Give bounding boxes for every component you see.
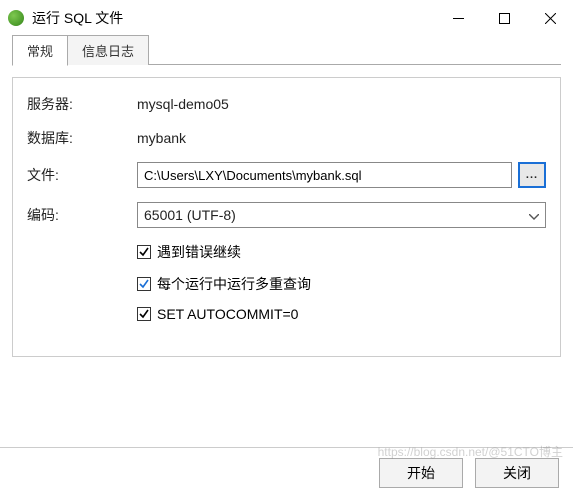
row-file: 文件: ...: [27, 162, 546, 188]
tab-general[interactable]: 常规: [12, 35, 68, 66]
tab-bar: 常规 信息日志: [0, 36, 573, 65]
window-controls: [435, 0, 573, 36]
close-dialog-button[interactable]: 关闭: [475, 458, 559, 488]
chevron-down-icon: [529, 207, 539, 223]
value-server: mysql-demo05: [137, 96, 546, 112]
row-server: 服务器: mysql-demo05: [27, 94, 546, 114]
encoding-select[interactable]: 65001 (UTF-8): [137, 202, 546, 228]
row-encoding: 编码: 65001 (UTF-8): [27, 202, 546, 228]
checkbox-continue-on-error[interactable]: 遇到错误继续: [137, 242, 546, 262]
file-input[interactable]: [137, 162, 512, 188]
row-database: 数据库: mybank: [27, 128, 546, 148]
checkbox-icon: [137, 245, 151, 259]
window-title: 运行 SQL 文件: [32, 8, 123, 28]
maximize-button[interactable]: [481, 0, 527, 36]
value-database: mybank: [137, 130, 546, 146]
footer: 开始 关闭: [0, 447, 573, 488]
titlebar: 运行 SQL 文件: [0, 0, 573, 36]
label-database: 数据库:: [27, 128, 137, 148]
tab-log[interactable]: 信息日志: [67, 35, 149, 65]
checkbox-label: SET AUTOCOMMIT=0: [157, 306, 298, 322]
label-encoding: 编码:: [27, 205, 137, 225]
checkbox-autocommit[interactable]: SET AUTOCOMMIT=0: [137, 306, 546, 322]
label-server: 服务器:: [27, 94, 137, 114]
form-panel: 服务器: mysql-demo05 数据库: mybank 文件: ... 编码…: [12, 77, 561, 357]
checkbox-label: 每个运行中运行多重查询: [157, 274, 311, 294]
checkbox-label: 遇到错误继续: [157, 242, 241, 262]
checkbox-icon: [137, 277, 151, 291]
encoding-value: 65001 (UTF-8): [144, 207, 236, 223]
minimize-button[interactable]: [435, 0, 481, 36]
checkbox-icon: [137, 307, 151, 321]
browse-button[interactable]: ...: [518, 162, 546, 188]
start-button[interactable]: 开始: [379, 458, 463, 488]
checkbox-multi-query[interactable]: 每个运行中运行多重查询: [137, 274, 546, 294]
label-file: 文件:: [27, 165, 137, 185]
close-button[interactable]: [527, 0, 573, 36]
app-icon: [8, 10, 24, 26]
